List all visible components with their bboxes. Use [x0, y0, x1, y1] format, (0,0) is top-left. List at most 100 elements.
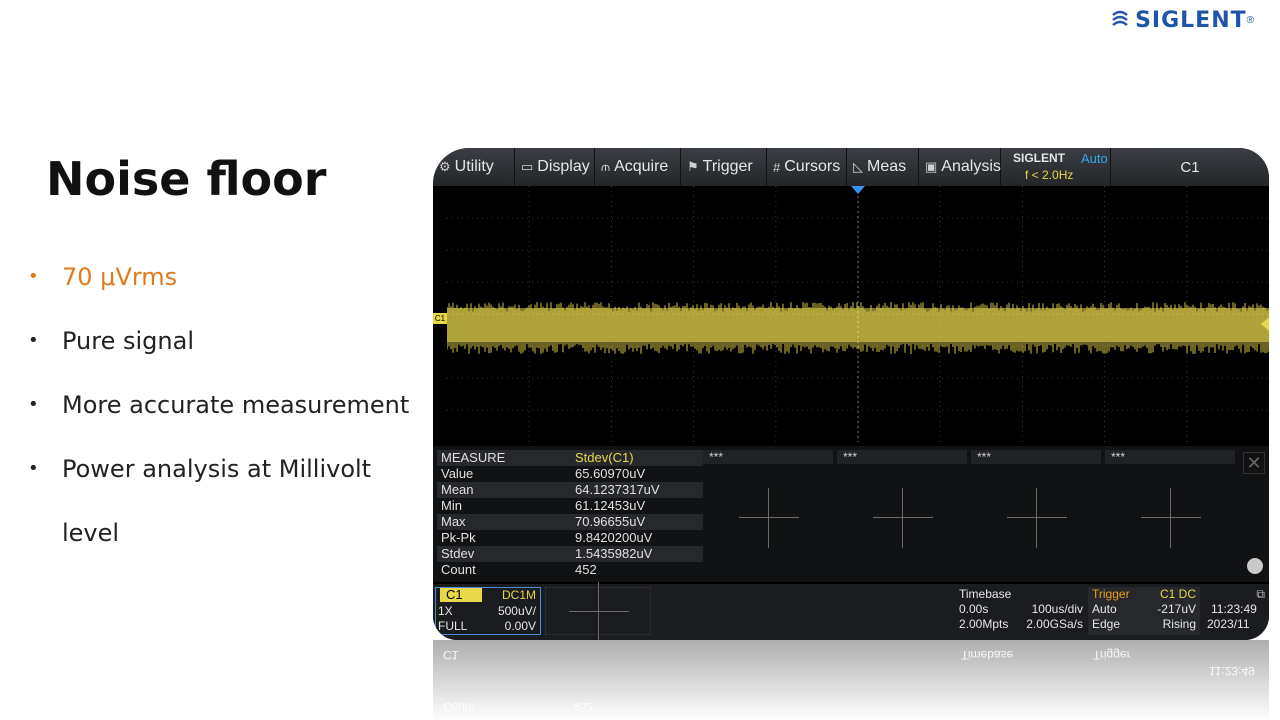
bullet-text: level — [62, 519, 120, 547]
measure-slot[interactable]: *** — [1105, 450, 1235, 464]
bullet-dot: • — [28, 458, 39, 479]
measure-key: Value — [441, 466, 474, 481]
measure-header: MEASURE Stdev(C1) — [437, 450, 703, 466]
meas-icon: ◺ — [853, 159, 863, 174]
timebase-delay: 0.00s — [959, 602, 989, 616]
menu-meas[interactable]: ◺ Meas — [847, 148, 919, 186]
siglent-logo-icon — [1112, 10, 1128, 26]
timebase-box[interactable]: Timebase 0.00s 100us/div 2.00Mpts 2.00GSa/… — [959, 587, 1083, 632]
timebase-memory: 2.00Mpts — [959, 617, 1009, 631]
measure-value: 452 — [575, 562, 597, 577]
menu-label: Cursors — [784, 158, 841, 175]
bullet-item: • Power analysis at Millivolt — [28, 450, 448, 514]
bullet-dot: • — [28, 266, 39, 287]
menu-label: Acquire — [614, 158, 669, 175]
bullet-text: Pure signal — [62, 327, 194, 355]
analysis-icon: ▣ — [925, 159, 938, 174]
trigger-source: C1 DC — [1159, 587, 1196, 601]
measure-key: Mean — [441, 482, 474, 497]
monitor-icon: ▭ — [521, 159, 534, 174]
add-measure-icon[interactable] — [739, 488, 799, 548]
measure-row: Count 452 — [437, 562, 703, 578]
refresh-icon[interactable] — [1247, 558, 1263, 574]
menu-label: Display — [537, 158, 590, 175]
channel-c1-marker[interactable]: C1 — [433, 313, 447, 324]
measure-key: Max — [441, 514, 466, 529]
measure-value: 70.96655uV — [575, 514, 646, 529]
trigger-slope: Rising — [1162, 617, 1196, 631]
waveform-display[interactable] — [447, 186, 1269, 442]
measure-key: Stdev — [441, 546, 475, 561]
scope-menu-bar: ⚙ Utility ▭ Display ⫙ Acquire ⚑ Trigger # Cursors… — [433, 148, 1269, 186]
scope-status-logo[interactable]: SIGLENT Auto f < 2.0Hz — [1001, 148, 1111, 186]
trigger-label: Trigger — [1092, 587, 1130, 601]
menu-acquire[interactable]: ⫙ Acquire — [595, 148, 681, 186]
menu-label: Utility — [454, 158, 494, 175]
measure-value: 9.8420200uV — [575, 530, 653, 545]
measure-key: Count — [441, 562, 476, 577]
bullet-list: • 70 μVrms • Pure signal • More accurate meas… — [28, 258, 448, 578]
channel-coupling: DC1M — [501, 588, 536, 602]
channel-probe: 1X — [438, 604, 453, 618]
menu-label: Analysis — [941, 158, 1001, 175]
measure-value: 61.12453uV — [575, 498, 646, 513]
measure-slot[interactable]: *** — [971, 450, 1101, 464]
add-channel-slot[interactable] — [545, 582, 651, 640]
bullet-text: Power analysis at Millivolt — [62, 455, 372, 483]
channel-name: C1 — [440, 588, 482, 602]
oscilloscope-screen: ⚙ Utility ▭ Display ⫙ Acquire ⚑ Trigger # Cursors… — [433, 148, 1269, 640]
bullet-item: • Pure signal — [28, 322, 448, 386]
brand-registered-mark: ® — [1246, 14, 1254, 26]
timebase-rate: 2.00GSa/s — [1026, 617, 1083, 631]
timebase-scale: 100us/div — [1031, 602, 1083, 616]
close-measure-button[interactable]: ✕ — [1243, 452, 1265, 474]
measure-header-source[interactable]: Stdev(C1) — [575, 450, 703, 466]
screen-reflection: C1 Timebase Trigger 11:23:49 Count 452 — [433, 640, 1269, 720]
add-measure-icon[interactable] — [873, 488, 933, 548]
trigger-mode: Auto — [1092, 602, 1117, 616]
clock-date: 2023/11 — [1207, 617, 1250, 631]
bullet-item: • 70 μVrms — [28, 258, 448, 322]
measure-row: Mean 64.1237317uV — [437, 482, 703, 498]
menu-trigger[interactable]: ⚑ Trigger — [681, 148, 767, 186]
add-icon — [569, 582, 629, 640]
brand-name: SIGLENT — [1135, 7, 1247, 33]
measure-key: Min — [441, 498, 462, 513]
channel-scale: 500uV/ — [497, 604, 536, 618]
cursors-icon: # — [773, 159, 781, 175]
timebase-label: Timebase — [959, 587, 1012, 601]
menu-label: Meas — [867, 158, 907, 175]
measure-row: Min 61.12453uV — [437, 498, 703, 514]
trigger-frequency: f < 2.0Hz — [1025, 168, 1074, 182]
trigger-position-marker — [851, 186, 865, 194]
bullet-dot: • — [28, 394, 39, 415]
trace-band — [447, 308, 1269, 342]
bullet-item: level — [28, 514, 448, 578]
status-bar: C1 DC1M 1X 500uV/ FULL 0.00V Timebase 0.… — [433, 582, 1269, 640]
active-channel-label[interactable]: C1 — [1111, 159, 1269, 176]
measure-row: Value 65.60970uV — [437, 466, 703, 482]
menu-cursors[interactable]: # Cursors — [767, 148, 847, 186]
measure-slot[interactable]: *** — [837, 450, 967, 464]
trigger-level: -217uV — [1157, 602, 1196, 616]
channel-c1-box[interactable]: C1 DC1M 1X 500uV/ FULL 0.00V — [435, 587, 541, 635]
measure-slot[interactable]: *** — [703, 450, 833, 464]
measure-key: Pk-Pk — [441, 530, 476, 545]
menu-display[interactable]: ▭ Display — [515, 148, 595, 186]
measure-value: 65.60970uV — [575, 466, 646, 481]
slide-title: Noise floor — [46, 152, 327, 206]
menu-analysis[interactable]: ▣ Analysis — [919, 148, 1001, 186]
channel-offset: 0.00V — [504, 619, 536, 633]
add-measure-icon[interactable] — [1141, 488, 1201, 548]
add-measure-icon[interactable] — [1007, 488, 1067, 548]
bullet-item: • More accurate measurement — [28, 386, 448, 450]
measure-row: Pk-Pk 9.8420200uV — [437, 530, 703, 546]
menu-utility[interactable]: ⚙ Utility — [433, 148, 515, 186]
measure-row: Max 70.96655uV — [437, 514, 703, 530]
scope-brand: SIGLENT — [1013, 151, 1066, 165]
bullet-dot: • — [28, 330, 39, 351]
trigger-box[interactable]: Trigger C1 DC Auto -217uV Edge Rising — [1088, 587, 1200, 635]
bullet-text: More accurate measurement — [62, 391, 410, 419]
measure-row: Stdev 1.5435982uV — [437, 546, 703, 562]
trigger-type: Edge — [1092, 617, 1121, 631]
